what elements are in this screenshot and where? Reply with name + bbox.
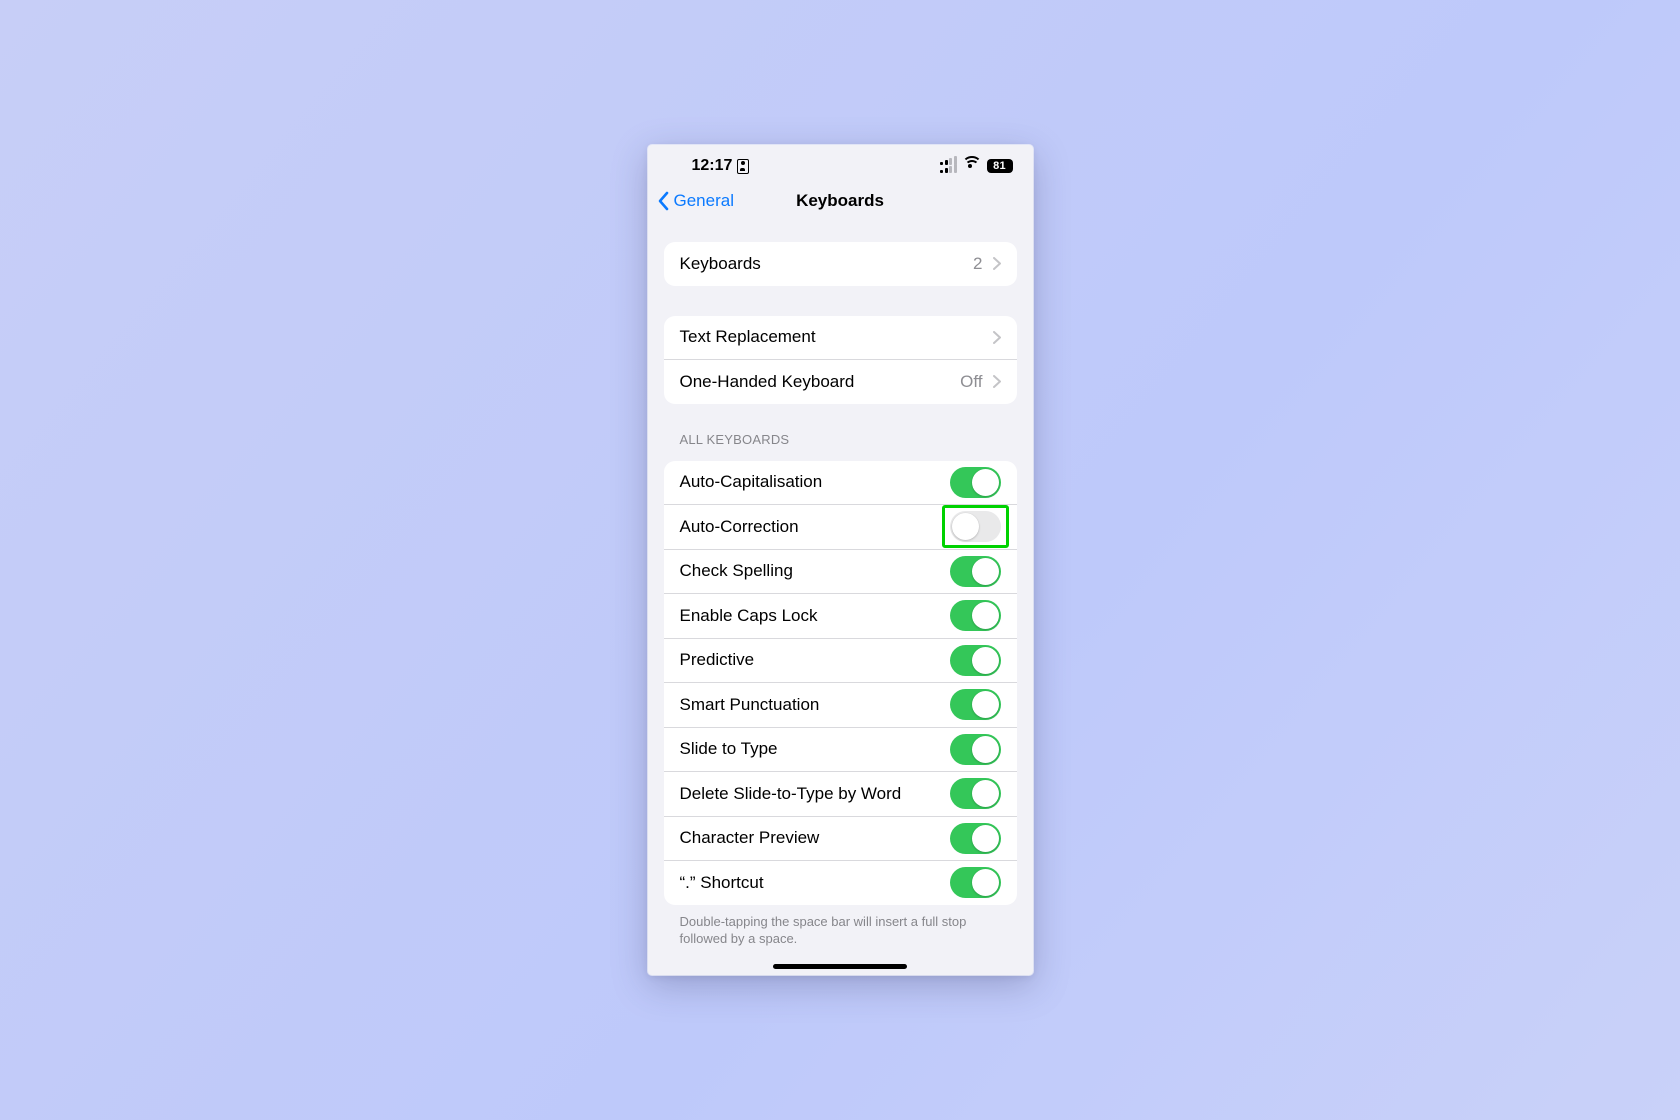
footer-note: Double-tapping the space bar will insert…	[680, 913, 1001, 948]
toggle-switch[interactable]	[950, 689, 1001, 720]
toggle-label: Check Spelling	[680, 561, 940, 581]
wifi-icon	[963, 160, 981, 173]
toggle-switch[interactable]	[950, 778, 1001, 809]
content: Keyboards 2 Text Replacement One-Handed …	[648, 242, 1033, 948]
toggle-label: “.” Shortcut	[680, 873, 940, 893]
phone-screenshot: 12:17 81 General Keyboards	[648, 145, 1033, 975]
row-toggle: Smart Punctuation	[664, 682, 1017, 727]
row-toggle: Delete Slide-to-Type by Word	[664, 771, 1017, 816]
back-label: General	[674, 191, 734, 211]
row-toggle: Predictive	[664, 638, 1017, 683]
chevron-left-icon	[657, 191, 671, 211]
row-label: Text Replacement	[680, 327, 983, 347]
page-title: Keyboards	[796, 191, 884, 211]
row-text-replacement[interactable]: Text Replacement	[664, 316, 1017, 360]
chevron-right-icon	[993, 257, 1001, 270]
toggle-label: Enable Caps Lock	[680, 606, 940, 626]
dual-sim-signal-icon	[940, 159, 957, 173]
battery-level: 81	[987, 159, 1013, 173]
toggle-switch[interactable]	[950, 734, 1001, 765]
nav-bar: General Keyboards	[648, 180, 1033, 222]
row-toggle: Auto-Correction	[664, 504, 1017, 549]
row-value: Off	[960, 372, 982, 392]
group-toggles: Auto-Capitalisation Auto-Correction Check …	[664, 461, 1017, 905]
toggle-label: Character Preview	[680, 828, 940, 848]
chevron-right-icon	[993, 331, 1001, 344]
toggle-label: Smart Punctuation	[680, 695, 940, 715]
row-label: One-Handed Keyboard	[680, 372, 951, 392]
row-toggle: Check Spelling	[664, 549, 1017, 594]
back-button[interactable]: General	[657, 180, 734, 222]
home-indicator	[773, 964, 907, 969]
toggle-label: Delete Slide-to-Type by Word	[680, 784, 940, 804]
row-one-handed-keyboard[interactable]: One-Handed Keyboard Off	[664, 359, 1017, 404]
toggle-switch[interactable]	[950, 467, 1001, 498]
chevron-right-icon	[993, 375, 1001, 388]
group-keyboards: Keyboards 2	[664, 242, 1017, 286]
toggle-label: Auto-Capitalisation	[680, 472, 940, 492]
row-toggle: “.” Shortcut	[664, 860, 1017, 905]
group-text-options: Text Replacement One-Handed Keyboard Off	[664, 316, 1017, 404]
row-toggle: Character Preview	[664, 816, 1017, 861]
row-value: 2	[973, 254, 982, 274]
row-toggle: Enable Caps Lock	[664, 593, 1017, 638]
status-time: 12:17	[692, 157, 733, 175]
row-toggle: Auto-Capitalisation	[664, 461, 1017, 505]
battery-icon: 81	[987, 159, 1013, 173]
row-keyboards[interactable]: Keyboards 2	[664, 242, 1017, 286]
toggle-label: Predictive	[680, 650, 940, 670]
toggle-label: Slide to Type	[680, 739, 940, 759]
toggle-label: Auto-Correction	[680, 517, 940, 537]
toggle-switch[interactable]	[950, 867, 1001, 898]
toggle-switch[interactable]	[950, 645, 1001, 676]
toggle-switch[interactable]	[950, 556, 1001, 587]
toggle-switch[interactable]	[950, 600, 1001, 631]
row-label: Keyboards	[680, 254, 964, 274]
toggle-switch[interactable]	[950, 823, 1001, 854]
id-card-icon	[737, 159, 749, 174]
row-toggle: Slide to Type	[664, 727, 1017, 772]
section-header-all-keyboards: ALL KEYBOARDS	[680, 432, 1017, 447]
status-bar: 12:17 81	[648, 145, 1033, 180]
toggle-switch[interactable]	[950, 511, 1001, 542]
